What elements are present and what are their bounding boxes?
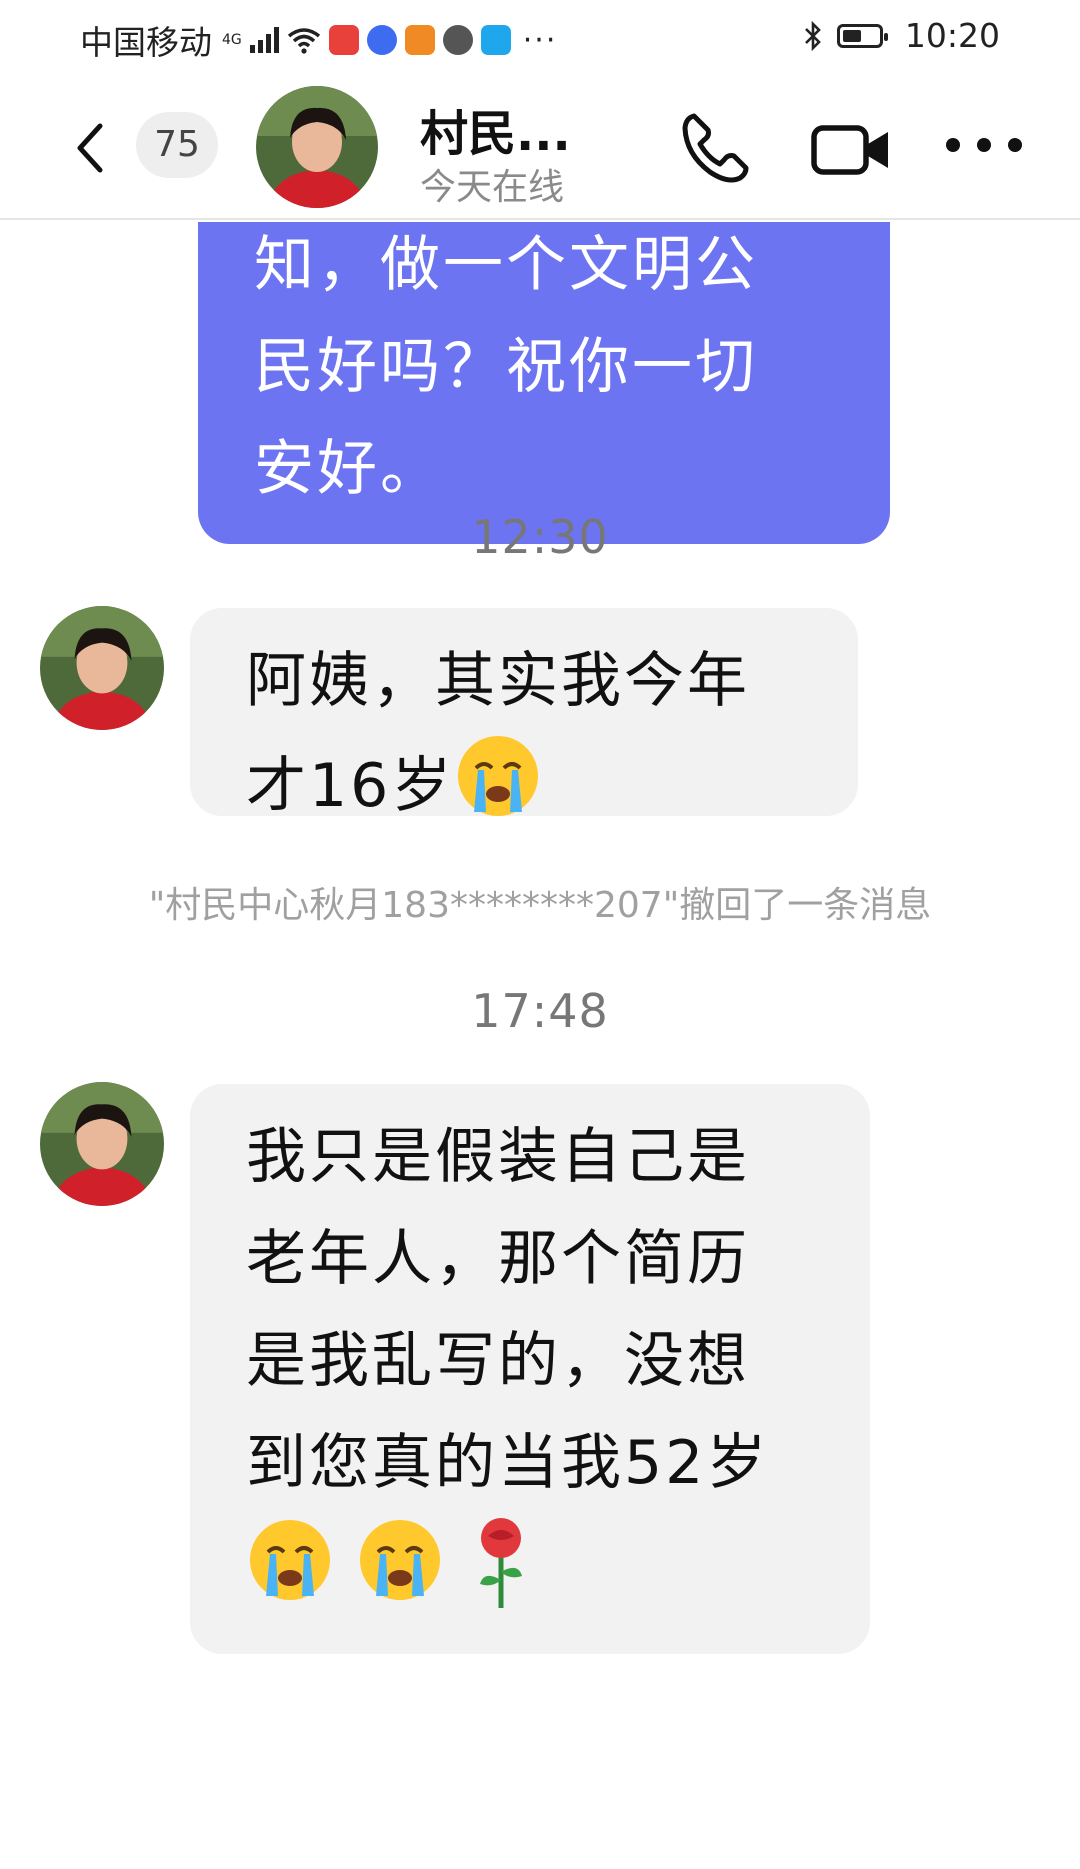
message-line: 知，做一个文明公 [254, 230, 758, 300]
sender-avatar[interactable] [40, 606, 164, 730]
video-call-button[interactable] [810, 116, 892, 180]
wifi-icon [287, 28, 320, 54]
loudly-crying-face-emoji [458, 736, 539, 816]
message-line: 安好。 [254, 434, 443, 504]
clock: 10:20 [904, 16, 1000, 55]
battery-icon [836, 23, 888, 48]
rose-emoji [480, 1518, 523, 1608]
status-right: 10:20 [803, 16, 1000, 55]
contact-online-status: 今天在线 [420, 167, 565, 208]
contact-name[interactable]: 村民... [420, 94, 571, 164]
message-line: 民好吗？祝你一切 [254, 332, 758, 402]
message-line: 是我乱写的，没想 [246, 1326, 750, 1396]
emoji-line [246, 1514, 830, 1621]
message-line: 我只是假装自己是 [246, 1122, 750, 1192]
loudly-crying-face-emoji [360, 1520, 441, 1600]
message-line: 才16岁 [246, 732, 818, 837]
more-options-button[interactable] [946, 130, 1022, 160]
search-app-icon [480, 25, 511, 55]
outgoing-message-bubble[interactable]: 知，做一个文明公 民好吗？祝你一切 安好。 [198, 222, 890, 544]
back-button[interactable] [70, 120, 110, 176]
browser-app-icon [442, 25, 473, 55]
message-text: 才16岁 [246, 751, 455, 821]
incoming-message-bubble[interactable]: 我只是假装自己是 老年人，那个简历 是我乱写的，没想 到您真的当我52岁 [190, 1084, 870, 1654]
network-type: 4G [222, 32, 242, 48]
book-app-icon [328, 25, 359, 55]
message-line: 阿姨，其实我今年 [246, 646, 750, 716]
timestamp-divider: 17:48 [471, 984, 609, 1038]
message-line: 老年人，那个简历 [246, 1224, 750, 1294]
contact-avatar[interactable] [256, 86, 378, 208]
recall-notice: "村民中心秋月183********207"撤回了一条消息 [148, 885, 932, 926]
signal-icon [249, 27, 279, 53]
carrier-label: 中国移动 [80, 23, 212, 62]
more-dots-icon [946, 138, 960, 152]
voice-call-button[interactable] [676, 108, 756, 188]
video-app-icon [404, 25, 435, 55]
incoming-message-bubble[interactable]: 阿姨，其实我今年 才16岁 [190, 608, 858, 821]
video-camera-icon [811, 125, 888, 175]
chat-header: 75 村民... 今天在线 [0, 72, 1080, 220]
more-notifications-icon: ··· [522, 22, 558, 58]
phone-icon [682, 113, 749, 183]
music-app-icon [366, 25, 397, 55]
chat-screen: 中国移动 4G ··· 10:20 75 村民... 今天在线 知，做一个文明公… [0, 0, 1080, 1869]
message-list[interactable]: 知，做一个文明公 民好吗？祝你一切 安好。 12:30 阿姨，其实我今年 才16… [0, 222, 1080, 1869]
chevron-left-icon [77, 123, 103, 173]
unread-count-badge[interactable]: 75 [136, 112, 218, 178]
loudly-crying-face-emoji [250, 1520, 330, 1600]
status-left: 中国移动 4G ··· [80, 16, 557, 64]
sender-avatar[interactable] [40, 1082, 164, 1206]
message-line: 到您真的当我52岁 [246, 1428, 770, 1498]
status-bar: 中国移动 4G ··· 10:20 [0, 0, 1080, 72]
bluetooth-icon [804, 20, 821, 51]
timestamp-divider: 12:30 [471, 510, 609, 564]
